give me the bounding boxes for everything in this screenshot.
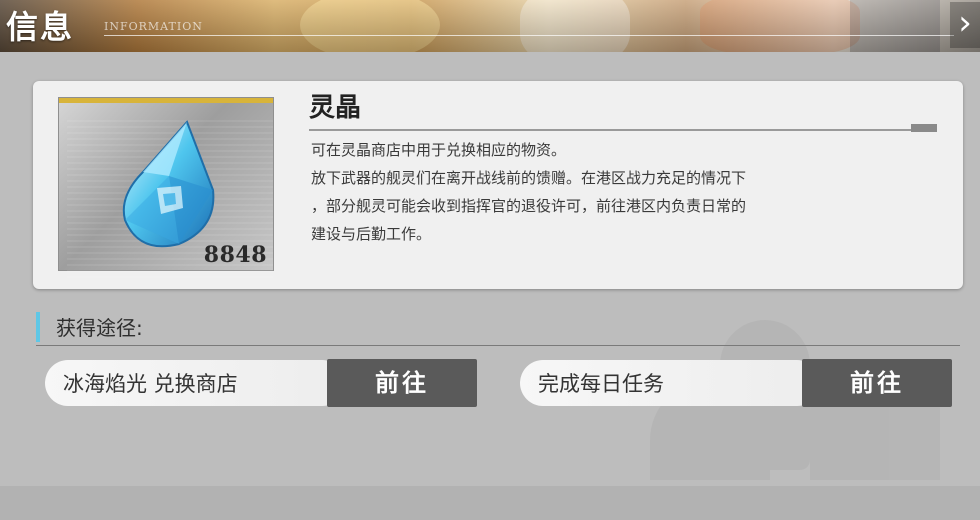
section-accent (36, 312, 40, 342)
rarity-bar (59, 98, 273, 103)
item-icon-frame: 8848 (58, 97, 274, 278)
bottom-band (0, 486, 980, 520)
go-button[interactable]: 前往 (327, 359, 477, 407)
item-info-card: 8848 灵晶 可在灵晶商店中用于兑换相应的物资。 放下武器的舰灵们在离开战线前… (33, 81, 963, 289)
title-divider (104, 35, 954, 36)
item-description: 可在灵晶商店中用于兑换相应的物资。 放下武器的舰灵们在离开战线前的馈赠。在港区战… (311, 141, 747, 243)
close-button[interactable]: › (950, 2, 980, 48)
route-label: 完成每日任务 (538, 372, 664, 396)
item-name: 灵晶 (309, 93, 362, 123)
name-divider (309, 129, 937, 131)
route-item: 冰海焰光 兑换商店 (45, 360, 345, 406)
crystal-icon (122, 120, 215, 248)
acquisition-label: 获得途径: (56, 316, 143, 340)
item-count: 8848 (203, 242, 267, 268)
header-banner: 信息 INFORMATION › (0, 0, 980, 52)
page-subtitle: INFORMATION (104, 20, 203, 33)
section-divider (36, 345, 960, 346)
route-item: 完成每日任务 (520, 360, 820, 406)
route-label: 冰海焰光 兑换商店 (63, 372, 238, 396)
go-button[interactable]: 前往 (802, 359, 952, 407)
page-title: 信息 (6, 8, 75, 46)
